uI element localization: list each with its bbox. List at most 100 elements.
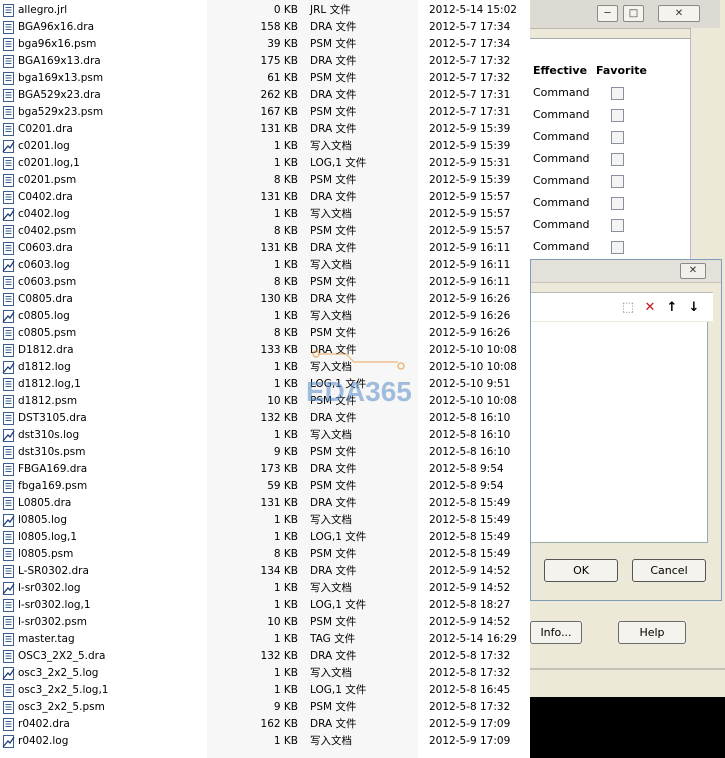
file-row[interactable]: c0402.psm 8 KB PSM 文件 2012-5-9 15:57 [0, 223, 530, 240]
file-type: DRA 文件 [310, 412, 357, 424]
file-row[interactable]: L-SR0302.dra 134 KB DRA 文件 2012-5-9 14:52 [0, 563, 530, 580]
close-button[interactable]: ✕ [680, 263, 706, 279]
file-row[interactable]: osc3_2x2_5.psm 9 KB PSM 文件 2012-5-8 17:32 [0, 699, 530, 716]
help-button[interactable]: Help [618, 621, 686, 644]
file-row[interactable]: c0603.log 1 KB 写入文档 2012-5-9 16:11 [0, 257, 530, 274]
file-row[interactable]: l0805.log 1 KB 写入文档 2012-5-8 15:49 [0, 512, 530, 529]
file-row[interactable]: C0201.dra 131 KB DRA 文件 2012-5-9 15:39 [0, 121, 530, 138]
file-date: 2012-5-7 17:34 [429, 38, 511, 50]
cancel-button[interactable]: Cancel [632, 559, 706, 582]
file-row[interactable]: l0805.psm 8 KB PSM 文件 2012-5-8 15:49 [0, 546, 530, 563]
file-type: PSM 文件 [310, 548, 357, 560]
file-type: 写入文档 [310, 140, 352, 152]
file-row[interactable]: l-sr0302.psm 10 KB PSM 文件 2012-5-9 14:52 [0, 614, 530, 631]
file-type: DRA 文件 [310, 650, 357, 662]
file-row[interactable]: osc3_2x2_5.log 1 KB 写入文档 2012-5-8 17:32 [0, 665, 530, 682]
column-effective-header[interactable]: Effective [533, 64, 587, 77]
file-name: master.tag [18, 633, 75, 645]
file-row[interactable]: bga169x13.psm 61 KB PSM 文件 2012-5-7 17:32 [0, 70, 530, 87]
favorite-checkbox[interactable] [611, 241, 624, 254]
file-type: LOG,1 文件 [310, 599, 367, 611]
log-icon [2, 259, 15, 272]
file-row[interactable]: c0402.log 1 KB 写入文档 2012-5-9 15:57 [0, 206, 530, 223]
doc-icon [3, 684, 14, 697]
file-row[interactable]: r0402.log 1 KB 写入文档 2012-5-9 17:09 [0, 733, 530, 750]
delete-icon[interactable]: ✕ [643, 301, 657, 315]
move-down-icon[interactable]: ↓ [687, 301, 701, 315]
command-cell: Command [533, 196, 590, 209]
file-row[interactable]: l-sr0302.log 1 KB 写入文档 2012-5-9 14:52 [0, 580, 530, 597]
file-type: PSM 文件 [310, 480, 357, 492]
file-name: c0805.psm [18, 327, 77, 339]
file-row[interactable]: OSC3_2X2_5.dra 132 KB DRA 文件 2012-5-8 17:32 [0, 648, 530, 665]
file-row[interactable]: L0805.dra 131 KB DRA 文件 2012-5-8 15:49 [0, 495, 530, 512]
file-row[interactable]: C0805.dra 130 KB DRA 文件 2012-5-9 16:26 [0, 291, 530, 308]
file-size: 8 KB [273, 548, 298, 560]
file-row[interactable]: d1812.psm 10 KB PSM 文件 2012-5-10 10:08 [0, 393, 530, 410]
favorite-checkbox[interactable] [611, 153, 624, 166]
file-size: 8 KB [273, 225, 298, 237]
maximize-button[interactable]: □ [623, 5, 644, 22]
new-item-icon[interactable]: ⬚ [621, 301, 635, 315]
file-date: 2012-5-8 15:49 [429, 548, 511, 560]
favorite-checkbox[interactable] [611, 175, 624, 188]
file-row[interactable]: d1812.log,1 1 KB LOG,1 文件 2012-5-10 9:51 [0, 376, 530, 393]
file-row[interactable]: l0805.log,1 1 KB LOG,1 文件 2012-5-8 15:49 [0, 529, 530, 546]
file-date: 2012-5-9 17:09 [429, 735, 511, 747]
ok-button[interactable]: OK [544, 559, 618, 582]
doc-icon [3, 72, 14, 85]
file-type: 写入文档 [310, 667, 352, 679]
file-row[interactable]: d1812.log 1 KB 写入文档 2012-5-10 10:08 [0, 359, 530, 376]
file-row[interactable]: c0201.log,1 1 KB LOG,1 文件 2012-5-9 15:31 [0, 155, 530, 172]
file-row[interactable]: r0402.dra 162 KB DRA 文件 2012-5-9 17:09 [0, 716, 530, 733]
file-row[interactable]: DST3105.dra 132 KB DRA 文件 2012-5-8 16:10 [0, 410, 530, 427]
move-up-icon[interactable]: ↑ [665, 301, 679, 315]
file-row[interactable]: BGA529x23.dra 262 KB DRA 文件 2012-5-7 17:31 [0, 87, 530, 104]
favorite-checkbox[interactable] [611, 197, 624, 210]
favorite-checkbox[interactable] [611, 109, 624, 122]
file-row[interactable]: osc3_2x2_5.log,1 1 KB LOG,1 文件 2012-5-8 16:… [0, 682, 530, 699]
file-row[interactable]: l-sr0302.log,1 1 KB LOG,1 文件 2012-5-8 18:27 [0, 597, 530, 614]
doc-icon [3, 616, 14, 629]
file-row[interactable]: bga96x16.psm 39 KB PSM 文件 2012-5-7 17:34 [0, 36, 530, 53]
file-row[interactable]: FBGA169.dra 173 KB DRA 文件 2012-5-8 9:54 [0, 461, 530, 478]
column-favorite-header[interactable]: Favorite [596, 64, 647, 77]
file-row[interactable]: C0603.dra 131 KB DRA 文件 2012-5-9 16:11 [0, 240, 530, 257]
file-row[interactable]: c0603.psm 8 KB PSM 文件 2012-5-9 16:11 [0, 274, 530, 291]
info-button[interactable]: Info... [530, 621, 582, 644]
file-row[interactable]: fbga169.psm 59 KB PSM 文件 2012-5-8 9:54 [0, 478, 530, 495]
favorite-checkbox[interactable] [611, 219, 624, 232]
favorite-checkbox[interactable] [611, 87, 624, 100]
file-size: 8 KB [273, 174, 298, 186]
file-size: 1 KB [273, 429, 298, 441]
file-size: 131 KB [260, 191, 298, 203]
file-date: 2012-5-9 16:11 [429, 242, 511, 254]
file-row[interactable]: allegro.jrl 0 KB JRL 文件 2012-5-14 15:02 [0, 2, 530, 19]
file-name: osc3_2x2_5.log [18, 667, 99, 679]
file-row[interactable]: dst310s.psm 9 KB PSM 文件 2012-5-8 16:10 [0, 444, 530, 461]
file-row[interactable]: dst310s.log 1 KB 写入文档 2012-5-8 16:10 [0, 427, 530, 444]
doc-icon [3, 242, 14, 255]
file-row[interactable]: c0201.psm 8 KB PSM 文件 2012-5-9 15:39 [0, 172, 530, 189]
file-row[interactable]: C0402.dra 131 KB DRA 文件 2012-5-9 15:57 [0, 189, 530, 206]
file-row[interactable]: bga529x23.psm 167 KB PSM 文件 2012-5-7 17:31 [0, 104, 530, 121]
file-row[interactable]: c0805.psm 8 KB PSM 文件 2012-5-9 16:26 [0, 325, 530, 342]
doc-icon [3, 718, 14, 731]
close-button[interactable]: ✕ [658, 5, 700, 22]
file-date: 2012-5-9 15:57 [429, 191, 511, 203]
file-row[interactable]: BGA96x16.dra 158 KB DRA 文件 2012-5-7 17:34 [0, 19, 530, 36]
file-name: c0402.psm [18, 225, 77, 237]
file-date: 2012-5-8 15:49 [429, 514, 511, 526]
doc-icon [3, 378, 14, 391]
file-row[interactable]: master.tag 1 KB TAG 文件 2012-5-14 16:29 [0, 631, 530, 648]
favorites-list[interactable] [531, 322, 708, 543]
file-row[interactable]: c0805.log 1 KB 写入文档 2012-5-9 16:26 [0, 308, 530, 325]
file-name: C0402.dra [18, 191, 73, 203]
file-row[interactable]: c0201.log 1 KB 写入文档 2012-5-9 15:39 [0, 138, 530, 155]
dialog-side-panel [690, 28, 721, 268]
file-name: C0603.dra [18, 242, 73, 254]
minimize-button[interactable]: ─ [597, 5, 618, 22]
favorite-checkbox[interactable] [611, 131, 624, 144]
file-row[interactable]: BGA169x13.dra 175 KB DRA 文件 2012-5-7 17:32 [0, 53, 530, 70]
file-row[interactable]: D1812.dra 133 KB DRA 文件 2012-5-10 10:08 [0, 342, 530, 359]
